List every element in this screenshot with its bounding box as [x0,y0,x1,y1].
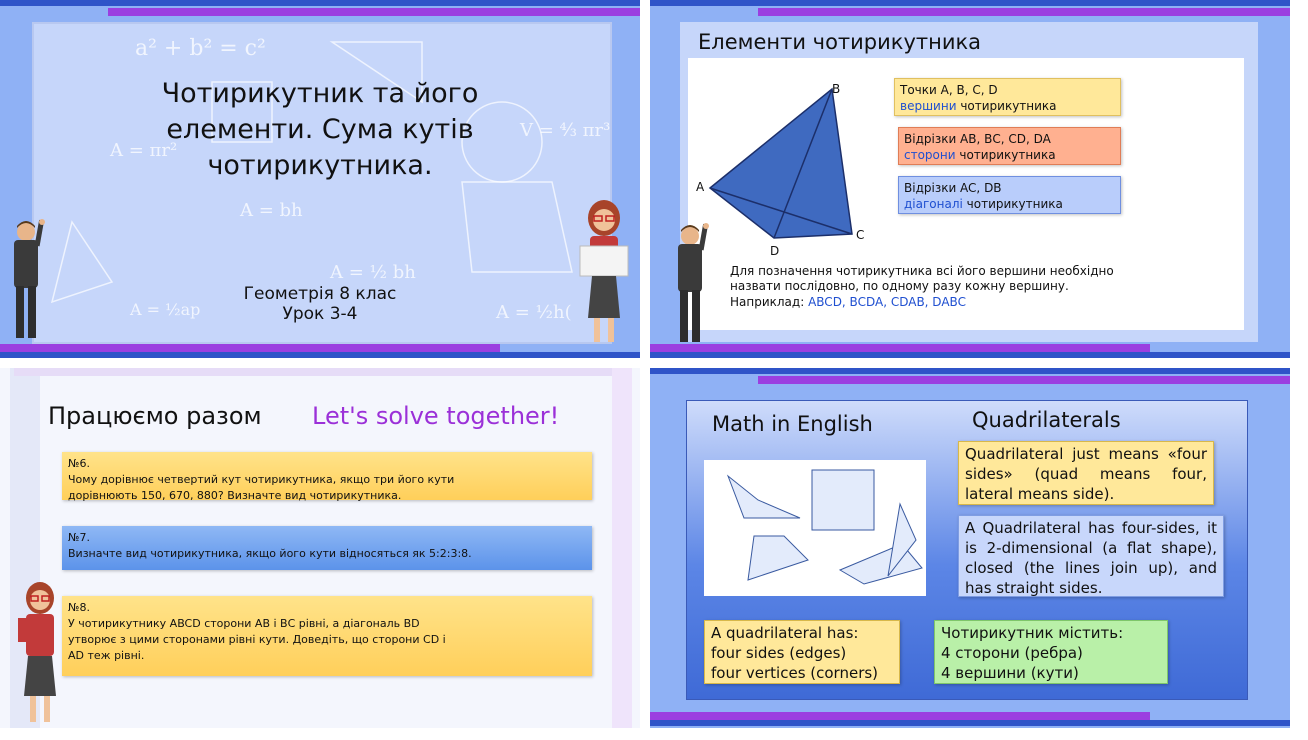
box-line: Відрізки AC, DB [904,181,1002,195]
box-line: діагоналі чотирикутника [904,196,1115,212]
highlight-word: сторони [904,148,956,162]
box-text: A Quadrilateral has four-sides, it is 2-… [965,519,1217,597]
box-line: сторони чотирикутника [904,147,1115,163]
slide-title: Елементи чотирикутника [698,30,982,54]
slide-title-left: Math in English [712,412,873,436]
box-rest: чотирикутника [955,148,1056,162]
box-line: four vertices (corners) [711,664,879,682]
highlight-word: діагоналі [904,197,963,211]
student-boy-illustration [678,223,709,342]
task-text: Визначте вид чотирикутника, якщо його ку… [68,547,472,560]
top-navy-bar [650,0,1290,6]
box-line: Відрізки АВ, ВС, CD, DA [904,132,1051,146]
bottom-navy-bar [650,720,1290,726]
definition-box-has-en: A quadrilateral has: four sides (edges) … [704,620,900,684]
example-label: Наприклад: [730,295,809,309]
definition-box-vertices: Точки А, В, С, D вершини чотирикутника [894,78,1121,116]
definition-box-has-ua: Чотирикутник містить: 4 сторони (ребра) … [934,620,1168,684]
box-line: four sides (edges) [711,644,847,662]
task-number: №7. [68,531,90,544]
task-card-7: №7. Визначте вид чотирикутника, якщо йог… [62,526,592,570]
student-boy-illustration [14,219,45,338]
quadrilateral-examples [726,469,923,585]
box-rest: чотирикутника [962,197,1063,211]
bottom-purple-bar [650,344,1150,352]
slide-1: a² + b² = c² A = bh A = ½ bh A = ½ap V =… [0,0,640,358]
task-card-8: №8. У чотирикутнику ABCD сторони АВ і ВС… [62,596,592,676]
slide-subtitle-2: Урок 3-4 [282,304,358,324]
definition-box-properties: A Quadrilateral has four-sides, it is 2-… [958,515,1224,597]
slide-4: Math in English Quadrilaterals Quadrilat… [650,368,1290,728]
vertex-label-d: D [770,244,780,258]
decor-stripe [14,368,614,376]
slide-title-right: Quadrilaterals [972,408,1121,432]
teacher-illustration [579,200,629,342]
top-purple-bar [108,8,640,16]
task-number: №8. [68,601,90,614]
box-line: Чотирикутник містить: [941,624,1124,642]
bottom-purple-bar [650,712,1150,720]
slide-title-ua: Працюємо разом [48,402,262,430]
box-line: 4 вершини (кути) [941,664,1079,682]
task-text: У чотирикутнику ABCD сторони АВ і ВС рів… [68,617,446,662]
box-line: вершини чотирикутника [900,98,1115,114]
task-card-6: №6. Чому дорівнює четвертий кут чотирику… [62,452,592,502]
definition-box-diagonals: Відрізки AC, DB діагоналі чотирикутника [898,176,1121,214]
box-line: 4 сторони (ребра) [941,644,1083,662]
highlight-word: вершини [900,99,957,113]
decor-stripe [612,368,632,728]
vertex-label-a: A [696,180,705,194]
box-line: A quadrilateral has: [711,624,859,642]
box-line: Точки А, В, С, D [900,83,998,97]
box-rest: чотирикутника [956,99,1057,113]
top-navy-bar [0,0,640,6]
top-navy-bar [650,368,1290,374]
naming-note: Для позначення чотирикутника всі його ве… [730,264,1114,293]
slide-2: Елементи чотирикутника A B C D Точки А, … [650,0,1290,358]
top-purple-bar [758,376,1290,384]
definition-box-meaning: Quadrilateral just means «four sides» (q… [958,441,1214,505]
slide-subtitle-1: Геометрія 8 клас [243,284,397,304]
vertex-label-c: C [856,228,865,242]
bottom-purple-bar [0,344,500,352]
top-purple-bar [758,8,1290,16]
box-text: Quadrilateral just means «four sides» (q… [965,445,1207,503]
bottom-navy-bar [0,352,640,358]
example-value: ABCD, BCDA, CDAB, DABC [808,295,966,309]
definition-box-sides: Відрізки АВ, ВС, CD, DA сторони чотирику… [898,127,1121,165]
task-number: №6. [68,457,90,470]
teacher-illustration [18,582,56,722]
task-text: Чому дорівнює четвертий кут чотирикутник… [68,473,455,502]
vertex-label-b: B [832,82,841,96]
slide-3: Працюємо разом Let's solve together! №6.… [0,368,640,728]
bottom-navy-bar [650,352,1290,358]
slide-title-en: Let's solve together! [312,402,560,430]
slide-title: Чотирикутник та його елементи. Сума куті… [161,78,479,181]
naming-example: Наприклад: ABCD, BCDA, CDAB, DABC [730,295,966,309]
